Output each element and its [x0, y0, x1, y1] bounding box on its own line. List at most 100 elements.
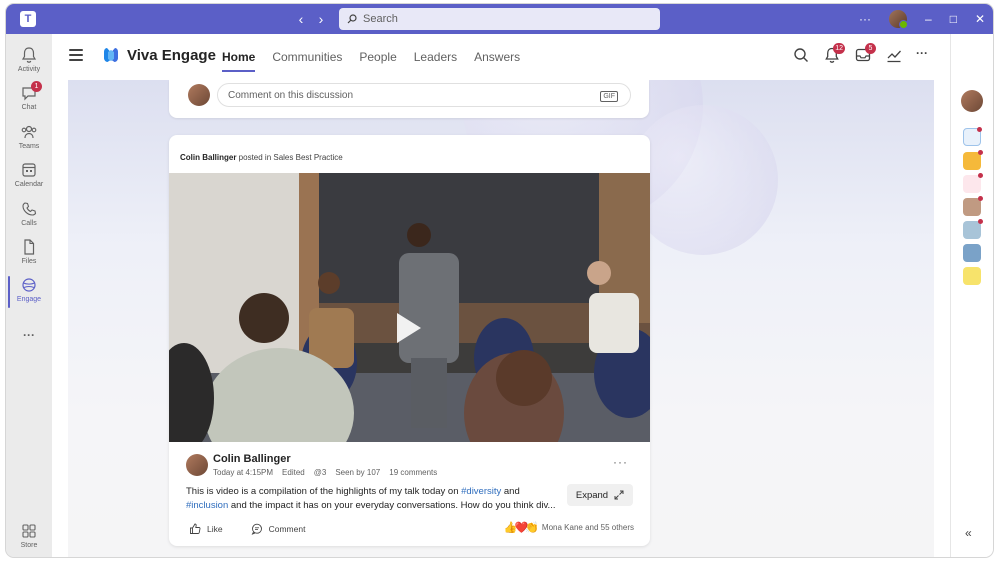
- notifications-badge: 12: [833, 43, 845, 54]
- rail-label-engage: Engage: [16, 296, 42, 303]
- expand-icon: [614, 490, 624, 500]
- app-copilot-icon[interactable]: [963, 127, 982, 146]
- avatar: [188, 84, 210, 106]
- right-rail: «: [950, 34, 993, 557]
- rail-item-chat[interactable]: 1 Chat: [6, 81, 52, 111]
- rail-item-activity[interactable]: Activity: [6, 46, 52, 73]
- tab-leaders[interactable]: Leaders: [414, 34, 457, 80]
- post-body-text: and the impact it has on your everyday c…: [228, 499, 556, 511]
- teams-logo-icon: T: [20, 11, 36, 27]
- app-person-icon[interactable]: [963, 196, 983, 216]
- play-icon[interactable]: [397, 313, 421, 343]
- app-chart-icon[interactable]: [963, 150, 983, 170]
- phone-icon: [22, 202, 37, 216]
- reactions-text: Mona Kane and 55 others: [541, 523, 634, 532]
- app-heart-icon[interactable]: [963, 173, 983, 193]
- video-thumbnail: [169, 173, 650, 442]
- window-controls: ··· – □ ✕: [859, 4, 985, 34]
- post-header: Colin Ballinger posted in Sales Best Pra…: [180, 153, 343, 162]
- post-body-text: and: [501, 486, 520, 497]
- comment-placeholder: Comment on this discussion: [228, 89, 354, 101]
- minimize-button[interactable]: –: [925, 12, 932, 26]
- post-header-author[interactable]: Colin Ballinger: [180, 153, 236, 162]
- close-button[interactable]: ✕: [975, 12, 985, 26]
- post-author[interactable]: Colin Ballinger: [213, 453, 291, 465]
- back-arrow-icon[interactable]: ‹: [293, 11, 309, 27]
- rail-label-calls: Calls: [21, 220, 37, 227]
- profile-avatar[interactable]: [889, 10, 908, 29]
- maximize-button[interactable]: □: [950, 12, 957, 26]
- apps-grid-icon: [22, 524, 36, 538]
- post-edited: Edited: [282, 468, 305, 477]
- rail-label-store: Store: [20, 542, 38, 549]
- app-note-icon[interactable]: [963, 267, 981, 285]
- rail-label-chat: Chat: [21, 104, 37, 111]
- post-time: Today at 4:15PM: [213, 468, 274, 477]
- post-mentions[interactable]: @3: [314, 468, 327, 477]
- search-placeholder: Search: [363, 13, 398, 25]
- hamburger-menu-icon[interactable]: [69, 49, 83, 61]
- video-player[interactable]: [169, 173, 650, 442]
- rail-more-button[interactable]: ···: [6, 328, 52, 342]
- reaction-emoji-icons: 👍❤️👏: [503, 522, 539, 534]
- search-icon[interactable]: [792, 46, 810, 64]
- rail-item-store[interactable]: Store: [6, 522, 52, 549]
- feed-area: Comment on this discussion GIF Colin Bal…: [68, 80, 934, 557]
- comment-label: Comment: [268, 524, 306, 534]
- post-card: Colin Ballinger posted in Sales Best Pra…: [169, 135, 650, 546]
- settings-more-button[interactable]: ···: [859, 12, 871, 26]
- rail-label-calendar: Calendar: [14, 181, 44, 188]
- calendar-icon: [22, 163, 36, 177]
- rail-item-engage[interactable]: Engage: [6, 276, 52, 308]
- chat-icon: 1: [20, 81, 42, 102]
- post-meta: Today at 4:15PM Edited @3 Seen by 107 19…: [213, 468, 437, 477]
- collapse-panel-button[interactable]: «: [965, 526, 972, 540]
- like-button[interactable]: Like: [189, 523, 223, 535]
- search-icon: [347, 14, 357, 24]
- rail-item-teams[interactable]: Teams: [6, 123, 52, 150]
- post-seen-by[interactable]: Seen by 107: [335, 468, 380, 477]
- comment-card: Comment on this discussion GIF: [169, 80, 649, 118]
- search-input[interactable]: Search: [339, 8, 660, 30]
- rail-item-calls[interactable]: Calls: [6, 200, 52, 227]
- inbox-button[interactable]: 5: [854, 43, 876, 64]
- tab-people[interactable]: People: [359, 34, 396, 80]
- hashtag-link[interactable]: #diversity: [461, 486, 501, 497]
- post-comment-count[interactable]: 19 comments: [389, 468, 437, 477]
- avatar[interactable]: [186, 454, 208, 476]
- analytics-icon[interactable]: [885, 46, 903, 64]
- post-header-text: posted in Sales Best Practice: [236, 153, 343, 162]
- reactions-summary[interactable]: 👍❤️👏 Mona Kane and 55 others: [504, 521, 634, 534]
- comment-input[interactable]: Comment on this discussion GIF: [217, 83, 631, 107]
- viva-engage-logo-icon: [104, 48, 118, 62]
- comment-button[interactable]: Comment: [251, 523, 306, 535]
- top-nav: Viva Engage Home Communities People Lead…: [52, 34, 950, 80]
- tab-communities[interactable]: Communities: [272, 34, 342, 80]
- background-sphere: [628, 105, 778, 255]
- inbox-badge: 5: [865, 43, 876, 54]
- brand[interactable]: Viva Engage: [102, 46, 216, 64]
- rail-label-teams: Teams: [18, 143, 40, 150]
- gif-icon[interactable]: GIF: [600, 91, 618, 102]
- nav-tabs: Home Communities People Leaders Answers: [222, 34, 520, 80]
- tab-home[interactable]: Home: [222, 34, 256, 80]
- chat-badge: 1: [31, 81, 42, 92]
- expand-label: Expand: [575, 489, 609, 501]
- forward-arrow-icon[interactable]: ›: [313, 11, 329, 27]
- tab-answers[interactable]: Answers: [474, 34, 520, 80]
- rail-item-files[interactable]: Files: [6, 238, 52, 265]
- like-label: Like: [207, 524, 223, 534]
- notifications-button[interactable]: 12: [823, 43, 845, 64]
- rail-label-activity: Activity: [17, 66, 41, 73]
- rail-label-files: Files: [21, 258, 37, 265]
- thumbs-up-icon: [190, 523, 201, 534]
- more-options-button[interactable]: ···: [916, 46, 934, 64]
- app-group-icon[interactable]: [963, 244, 981, 262]
- hashtag-link[interactable]: #inclusion: [186, 500, 228, 511]
- rail-item-calendar[interactable]: Calendar: [6, 161, 52, 188]
- expand-button[interactable]: Expand: [567, 484, 633, 506]
- post-more-button[interactable]: ···: [613, 455, 628, 469]
- avatar[interactable]: [961, 90, 983, 112]
- app-community-icon[interactable]: [963, 219, 983, 239]
- main-area: Viva Engage Home Communities People Lead…: [52, 34, 950, 557]
